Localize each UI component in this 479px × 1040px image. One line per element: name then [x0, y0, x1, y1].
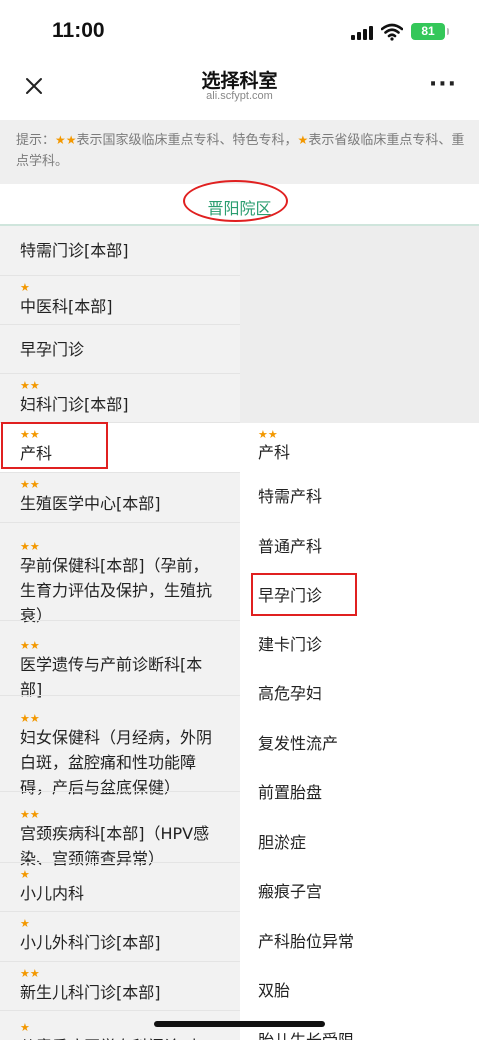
- sub-department-name: 建卡门诊: [258, 635, 323, 654]
- sub-department-name: 特需产科: [258, 487, 323, 506]
- department-star-icon: ★: [20, 281, 30, 294]
- department-star-icon: ★★: [20, 379, 40, 392]
- sub-department-name: 产科: [258, 443, 291, 462]
- sub-department-item[interactable]: 特需产科: [258, 485, 322, 509]
- sub-department-item[interactable]: 瘢痕子宫: [258, 880, 322, 904]
- department-name: 中医科[本部]: [20, 297, 113, 316]
- page-title: 选择科室: [201, 70, 278, 92]
- sub-department-item[interactable]: 胎儿生长受限: [258, 1029, 354, 1040]
- department-star-icon: ★★: [20, 712, 40, 725]
- department-star-icon: ★★: [20, 967, 40, 980]
- status-bar: 11:00 81: [0, 0, 479, 62]
- legend-tip: 提示：★★表示国家级临床重点专科、特色专科，★表示省级临床重点专科、重点学科。: [0, 120, 479, 184]
- wifi-icon: [381, 23, 403, 41]
- department-item[interactable]: ★★ 新生儿科门诊[本部]: [0, 962, 240, 1011]
- sub-department-name: 产科胎位异常: [258, 932, 355, 951]
- provincial-star-icon: ★: [297, 133, 309, 147]
- sub-department-item[interactable]: 建卡门诊: [258, 633, 322, 657]
- department-name: 小儿外科门诊[本部]: [20, 933, 161, 952]
- highlight-circle-tab: [183, 180, 288, 222]
- department-name: 妇科门诊[本部]: [20, 395, 129, 414]
- right-list-blank: [240, 226, 479, 423]
- sub-department-item[interactable]: ★★ 产科: [258, 429, 290, 465]
- department-star-icon: ★★: [20, 478, 40, 491]
- highlight-box-obstetrics: [1, 422, 108, 469]
- sub-department-name: 复发性流产: [258, 734, 339, 753]
- sub-department-name: 胎儿生长受限: [258, 1031, 354, 1040]
- sub-department-item[interactable]: 胆淤症: [258, 831, 306, 855]
- home-indicator: [154, 1021, 325, 1027]
- department-list: 特需门诊[本部] ★ 中医科[本部] 早孕门诊 ★★ 妇科门诊[本部] ★★ 产科 ★★ 生殖医学…: [0, 226, 240, 1040]
- department-name: 孕前保健科[本部]（孕前，生育力评估及保护，生殖抗衰）: [20, 556, 213, 625]
- sub-department-item[interactable]: 双胎: [258, 979, 290, 1003]
- department-name: 新生儿科门诊[本部]: [20, 983, 161, 1002]
- sub-department-list: ★★ 产科 特需产科 普通产科 早孕门诊 建卡门诊 高危孕妇 复发性流产 前置胎盘 胆淤症 瘢痕子宫…: [240, 226, 479, 1040]
- department-star-icon: ★★: [20, 540, 40, 553]
- department-star-icon: ★★: [20, 639, 40, 652]
- more-icon[interactable]: ···: [429, 72, 457, 97]
- sub-department-name: 胆淤症: [258, 833, 307, 852]
- department-item[interactable]: ★ 小儿内科: [0, 863, 240, 912]
- department-star-icon: ★: [20, 868, 30, 881]
- highlight-box-early-pregnancy: [251, 573, 357, 616]
- tip-prefix: 提示：: [16, 133, 56, 148]
- department-name: 小儿内科: [20, 884, 85, 903]
- department-item[interactable]: ★★ 宫颈疾病科[本部]（HPV感染、宫颈筛查异常）: [0, 792, 240, 869]
- signal-icon: [351, 26, 373, 40]
- department-item[interactable]: ★★ 医学遗传与产前诊断科[本部]: [0, 621, 240, 700]
- sub-department-name: 前置胎盘: [258, 783, 323, 802]
- department-name: 妇女保健科（月经病，外阴白斑，盆腔痛和性功能障碍，产后与盆底保健）: [20, 728, 213, 797]
- department-star-icon: ★★: [20, 808, 40, 821]
- nav-bar: 选择科室 ali.scfypt.com ···: [0, 62, 479, 114]
- sub-department-star-icon: ★★: [258, 428, 278, 441]
- department-item[interactable]: ★★ 妇科门诊[本部]: [0, 374, 240, 423]
- department-item[interactable]: ★ 中医科[本部]: [0, 276, 240, 325]
- department-item[interactable]: ★★ 孕前保健科[本部]（孕前，生育力评估及保护，生殖抗衰）: [0, 523, 240, 626]
- department-name: 生殖医学中心[本部]: [20, 494, 161, 513]
- department-item[interactable]: ★ 小儿外科门诊[本部]: [0, 912, 240, 962]
- department-item[interactable]: ★★ 生殖医学中心[本部]: [0, 473, 240, 523]
- department-star-icon: ★: [20, 917, 30, 930]
- sub-department-name: 瘢痕子宫: [258, 882, 323, 901]
- sub-department-item[interactable]: 高危孕妇: [258, 682, 322, 706]
- status-time: 11:00: [52, 19, 105, 42]
- sub-department-name: 高危孕妇: [258, 684, 323, 703]
- battery-icon: 81: [411, 23, 449, 40]
- tip-national-text: 表示国家级临床重点专科、特色专科，: [76, 133, 298, 148]
- department-item[interactable]: ★★ 妇女保健科（月经病，外阴白斑，盆腔痛和性功能障碍，产后与盆底保健）: [0, 696, 240, 798]
- department-item[interactable]: 特需门诊[本部]: [0, 226, 240, 276]
- department-name: 医学遗传与产前诊断科[本部]: [20, 655, 203, 699]
- sub-department-item[interactable]: 复发性流产: [258, 732, 338, 756]
- department-name: 特需门诊[本部]: [20, 241, 129, 260]
- sub-department-item[interactable]: 产科胎位异常: [258, 930, 354, 954]
- sub-department-name: 普通产科: [258, 537, 323, 556]
- department-name: 早孕门诊: [20, 340, 85, 359]
- national-star-icon: ★★: [55, 133, 77, 147]
- sub-department-item[interactable]: 普通产科: [258, 535, 322, 559]
- department-item[interactable]: 早孕门诊: [0, 325, 240, 374]
- sub-department-name: 双胎: [258, 981, 291, 1000]
- page-url: ali.scfypt.com: [206, 90, 273, 102]
- sub-department-item[interactable]: 前置胎盘: [258, 781, 322, 805]
